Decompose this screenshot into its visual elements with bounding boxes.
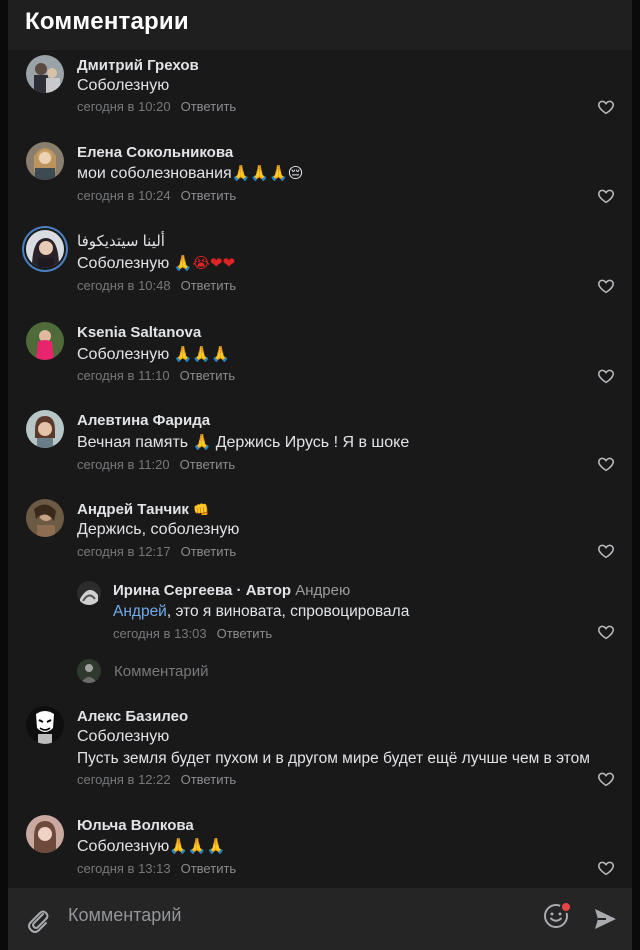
comment-author-name: Андрей Танчик (77, 501, 189, 518)
reply-text: Андрей, это я виновата, спровоцировала (113, 603, 409, 621)
send-icon[interactable] (593, 908, 617, 930)
comment-author[interactable]: Алекс Базилео (77, 708, 188, 725)
avatar[interactable] (26, 142, 64, 180)
comment-author[interactable]: Андрей Танчик 👊 (77, 501, 209, 518)
paperclip-icon[interactable] (26, 907, 50, 933)
comment-text-content: Вечная память (77, 434, 193, 451)
avatar[interactable] (26, 322, 64, 360)
comment-meta: сегодня в 11:10 Ответить (77, 368, 235, 383)
comment-composer: Комментарий (8, 888, 632, 950)
comment-meta: сегодня в 10:20 Ответить (77, 99, 236, 114)
comment-text: Соболезную 🙏😭❤❤ (77, 254, 235, 273)
comment-time: сегодня в 12:17 (77, 544, 171, 559)
reply-link[interactable]: Ответить (181, 861, 237, 876)
comment-author[interactable]: Дмитрий Грехов (77, 57, 199, 74)
comment-text: Соболезную 🙏🙏🙏 (77, 345, 230, 364)
reply-link[interactable]: Ответить (180, 457, 236, 472)
heart-outline-icon[interactable] (597, 859, 615, 877)
avatar[interactable] (77, 581, 101, 605)
comment-emoji: 🙏🙏🙏 (169, 837, 226, 855)
comment-text: Держись, соболезную (77, 521, 240, 538)
comment-time: сегодня в 11:10 (77, 368, 170, 383)
reply-link[interactable]: Ответить (181, 772, 237, 787)
header: Комментарии (8, 0, 632, 50)
comment-time: сегодня в 10:48 (77, 278, 171, 293)
comment-emoji: 🙏😭❤❤ (173, 254, 236, 272)
comment-meta: сегодня в 10:48 Ответить (77, 278, 236, 293)
avatar[interactable] (26, 55, 64, 93)
reply-link[interactable]: Ответить (181, 544, 237, 559)
comment-meta: сегодня в 10:24 Ответить (77, 188, 236, 203)
avatar[interactable] (26, 410, 64, 448)
comment-text: Соболезную (77, 728, 170, 745)
comment-text: Соболезную🙏🙏🙏 (77, 837, 225, 856)
heart-outline-icon[interactable] (597, 455, 615, 473)
notification-dot (560, 901, 572, 913)
fist-icon: 👊 (193, 503, 210, 518)
reply-link[interactable]: Ответить (181, 99, 237, 114)
heart-outline-icon[interactable] (597, 277, 615, 295)
comment-text-line2: Пусть земля будет пухом и в другом мире … (77, 750, 590, 767)
reply-meta: сегодня в 13:03 Ответить (113, 626, 272, 641)
comment-text-content: Соболезную (77, 838, 170, 855)
comment-text-content: мои соболезнования (77, 165, 232, 182)
comment-time: сегодня в 10:24 (77, 188, 171, 203)
comment-time: сегодня в 11:20 (77, 457, 170, 472)
avatar[interactable] (26, 230, 64, 268)
comment-author[interactable]: Елена Сокольникова (77, 144, 233, 161)
comments-sheet: Комментарии Дмитрий Грехов Соболезную се… (8, 0, 632, 950)
comment-meta: сегодня в 12:22 Ответить (77, 772, 236, 787)
comment-input[interactable]: Комментарий (68, 905, 181, 926)
comment-text: Соболезную (77, 77, 170, 94)
author-badge: · Автор (232, 582, 292, 599)
avatar (77, 659, 101, 683)
heart-outline-icon[interactable] (597, 98, 615, 116)
reply-link[interactable]: Ответить (217, 626, 273, 641)
comment-text-content: Соболезную (77, 346, 174, 363)
reply-link[interactable]: Ответить (180, 368, 236, 383)
reply-link[interactable]: Ответить (181, 188, 237, 203)
comment-emoji: 🙏 (192, 433, 212, 451)
reply-to: Андрею (295, 582, 351, 599)
heart-outline-icon[interactable] (597, 542, 615, 560)
heart-outline-icon[interactable] (597, 187, 615, 205)
comment-emoji: 🙏🙏🙏😔 (231, 164, 304, 182)
avatar[interactable] (26, 706, 64, 744)
comment-text: мои соболезнования🙏🙏🙏😔 (77, 164, 303, 183)
reply-text-content: , это я виновата, спровоцировала (166, 603, 410, 620)
reply-author-name: Ирина Сергеева (113, 582, 233, 599)
comment-meta: сегодня в 12:17 Ответить (77, 544, 236, 559)
reply-link[interactable]: Ответить (181, 278, 237, 293)
comment-author[interactable]: ألينا سيتديكوفا (77, 232, 165, 250)
comment-text: Вечная память 🙏 Держись Ирусь ! Я в шоке (77, 433, 409, 452)
avatar[interactable] (26, 499, 64, 537)
comment-meta: сегодня в 11:20 Ответить (77, 457, 235, 472)
avatar[interactable] (26, 815, 64, 853)
heart-outline-icon[interactable] (597, 367, 615, 385)
page-title: Комментарии (25, 8, 189, 35)
heart-outline-icon[interactable] (597, 623, 615, 641)
comment-time: сегодня в 10:20 (77, 99, 171, 114)
comment-author[interactable]: Ksenia Saltanova (77, 324, 201, 341)
heart-outline-icon[interactable] (597, 770, 615, 788)
comment-author[interactable]: Алевтина Фарида (77, 412, 210, 429)
reply-author[interactable]: Ирина Сергеева · Автор Андрею (113, 582, 350, 599)
comment-text-after: Держись Ирусь ! Я в шоке (211, 434, 410, 451)
mention-link[interactable]: Андрей (113, 603, 167, 620)
comment-text-content: Соболезную (77, 255, 174, 272)
reply-time: сегодня в 13:03 (113, 626, 207, 641)
comment-time: сегодня в 12:22 (77, 772, 171, 787)
comment-time: сегодня в 13:13 (77, 861, 171, 876)
comment-emoji: 🙏🙏🙏 (173, 345, 230, 363)
reply-input-placeholder[interactable]: Комментарий (114, 663, 208, 680)
comment-meta: сегодня в 13:13 Ответить (77, 861, 236, 876)
smile-icon[interactable] (543, 901, 572, 929)
comment-author[interactable]: Юльча Волкова (77, 817, 194, 834)
